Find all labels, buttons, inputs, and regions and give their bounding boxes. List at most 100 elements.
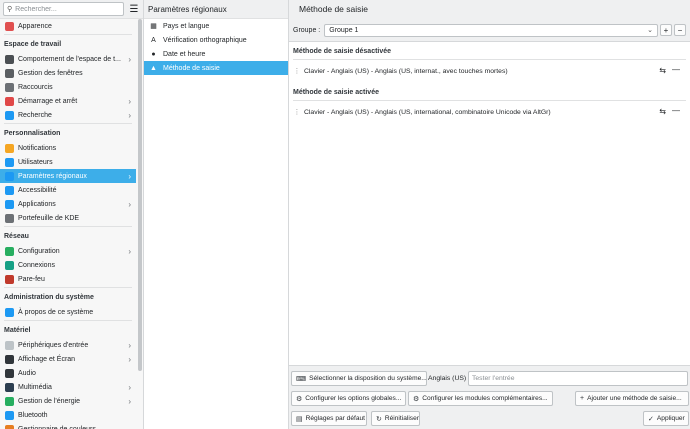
- module-icon: [5, 354, 14, 364]
- test-input-field[interactable]: [468, 371, 688, 386]
- disabled-method-label: Clavier - Anglais (US) - Anglais (US, in…: [304, 67, 508, 75]
- group-select[interactable]: Groupe 1 ⌄: [324, 23, 658, 37]
- sidebar-item[interactable]: Pare-feu: [0, 272, 136, 286]
- remove-icon[interactable]: —: [672, 65, 680, 74]
- content-area: Méthode de saisie Groupe : Groupe 1 ⌄ + …: [289, 0, 690, 429]
- module-icon: [5, 382, 14, 392]
- add-group-button[interactable]: +: [660, 24, 672, 36]
- group-row: Groupe : Groupe 1 ⌄ + −: [293, 23, 686, 37]
- global-options-label: Configurer les options globales...: [305, 395, 402, 402]
- sidebar-item-label: Applications: [18, 200, 56, 208]
- sidebar-item-label: Raccourcis: [18, 83, 53, 91]
- search-field[interactable]: ⚲: [3, 2, 124, 16]
- sidebar-item-label: Audio: [18, 369, 36, 377]
- module-list-item[interactable]: ▲ Méthode de saisie: [144, 61, 288, 75]
- module-list-item[interactable]: ▦ Pays et langue: [144, 19, 288, 33]
- remove-group-button[interactable]: −: [674, 24, 686, 36]
- sidebar-item[interactable]: Recherche ›: [0, 108, 136, 122]
- module-list-item-label: Date et heure: [163, 50, 206, 58]
- reset-button[interactable]: ↻ Réinitialiser: [371, 411, 420, 426]
- sidebar-item[interactable]: Affichage et Écran ›: [0, 352, 136, 366]
- drag-handle-icon[interactable]: ⋮: [293, 67, 301, 75]
- sidebar-item[interactable]: Comportement de l'espace de t... ›: [0, 52, 136, 66]
- apply-button[interactable]: ✓ Appliquer: [643, 411, 689, 426]
- module-list-item[interactable]: A Vérification orthographique: [144, 33, 288, 47]
- sidebar-item[interactable]: Portefeuille de KDE: [0, 211, 136, 225]
- module-icon: [5, 246, 14, 256]
- configure-icon[interactable]: ⇆: [659, 66, 666, 75]
- sidebar-scrollbar[interactable]: [138, 19, 142, 371]
- sidebar-item[interactable]: À propos de ce système: [0, 305, 136, 319]
- select-system-layout-button[interactable]: ⌨ Sélectionner la disposition du système…: [291, 371, 427, 386]
- plus-icon: +: [663, 25, 669, 35]
- module-icon: [5, 96, 14, 106]
- addons-label: Configurer les modules complémentaires..…: [422, 395, 548, 402]
- checkmark-icon: ✓: [648, 415, 654, 423]
- sidebar-item[interactable]: Bluetooth: [0, 408, 136, 422]
- sidebar-item-label: Notifications: [18, 144, 57, 152]
- module-icon: [5, 368, 14, 378]
- input-methods-panel: Méthode de saisie désactivée ⋮ Clavier -…: [289, 41, 690, 366]
- defaults-label: Réglages par défaut: [305, 415, 366, 422]
- clock-icon: ●: [151, 50, 156, 58]
- sidebar-item[interactable]: Apparence: [0, 19, 136, 33]
- configure-icon[interactable]: ⇆: [659, 107, 666, 116]
- sidebar-category-title: Personnalisation: [4, 130, 61, 137]
- menu-icon[interactable]: ☰: [128, 4, 140, 15]
- sidebar-item[interactable]: Périphériques d'entrée ›: [0, 338, 136, 352]
- sidebar-item[interactable]: Gestion de l'énergie ›: [0, 394, 136, 408]
- sidebar-item[interactable]: Accessibilité: [0, 183, 136, 197]
- keyboard-penguin-icon: ▲: [150, 64, 157, 72]
- sidebar-item-label: Périphériques d'entrée: [18, 341, 89, 349]
- addons-button[interactable]: ⚙ Configurer les modules complémentaires…: [408, 391, 553, 406]
- reset-icon: ↻: [376, 415, 382, 423]
- keyboard-icon: ⌨: [296, 375, 307, 383]
- global-options-button[interactable]: ⚙ Configurer les options globales...: [291, 391, 406, 406]
- add-input-method-label: Ajouter une méthode de saisie...: [587, 395, 682, 402]
- module-icon: [5, 157, 14, 167]
- page-title: Méthode de saisie: [299, 4, 368, 14]
- sidebar-item[interactable]: Gestionnaire de couleurs: [0, 422, 136, 429]
- chevron-right-icon: ›: [128, 199, 131, 209]
- enabled-method-row[interactable]: ⋮ Clavier - Anglais (US) - Anglais (US, …: [293, 105, 686, 119]
- drag-handle-icon[interactable]: ⋮: [293, 108, 301, 116]
- sidebar-item[interactable]: Applications ›: [0, 197, 136, 211]
- chevron-right-icon: ›: [128, 340, 131, 350]
- divider: [4, 34, 132, 35]
- divider: [4, 287, 132, 288]
- sidebar-item[interactable]: Démarrage et arrêt ›: [0, 94, 136, 108]
- sidebar-item[interactable]: Configuration ›: [0, 244, 136, 258]
- sidebar-item-label: Gestionnaire de couleurs: [18, 425, 96, 429]
- module-icon: [5, 68, 14, 78]
- sidebar-item[interactable]: Utilisateurs: [0, 155, 136, 169]
- module-icon: [5, 143, 14, 153]
- sidebar-item[interactable]: Raccourcis: [0, 80, 136, 94]
- sidebar-item[interactable]: Connexions: [0, 258, 136, 272]
- sidebar-item[interactable]: Multimédia ›: [0, 380, 136, 394]
- remove-icon[interactable]: —: [672, 106, 680, 115]
- module-icon: [5, 82, 14, 92]
- enabled-method-label: Clavier - Anglais (US) - Anglais (US, in…: [304, 108, 551, 116]
- sidebar-item[interactable]: Paramètres régionaux ›: [0, 169, 136, 183]
- spellcheck-icon: A: [151, 36, 156, 44]
- sidebar-item[interactable]: Audio: [0, 366, 136, 380]
- enabled-section-title: Méthode de saisie activée: [293, 89, 379, 96]
- add-input-method-button[interactable]: + Ajouter une méthode de saisie...: [575, 391, 689, 406]
- defaults-button[interactable]: ▤ Réglages par défaut: [291, 411, 367, 426]
- disabled-method-row[interactable]: ⋮ Clavier - Anglais (US) - Anglais (US, …: [293, 64, 686, 78]
- sidebar-item[interactable]: Gestion des fenêtres: [0, 66, 136, 80]
- sidebar-category-title: Réseau: [4, 233, 29, 240]
- divider: [4, 123, 132, 124]
- module-icon: [5, 185, 14, 195]
- module-icon: [5, 199, 14, 209]
- module-list-item[interactable]: ● Date et heure: [144, 47, 288, 61]
- group-select-value: Groupe 1: [329, 26, 359, 34]
- configure-icon: ⚙: [296, 395, 303, 403]
- chevron-right-icon: ›: [128, 110, 131, 120]
- chevron-right-icon: ›: [128, 246, 131, 256]
- module-icon: [5, 171, 14, 181]
- test-layout-label: Anglais (US): [428, 375, 467, 382]
- sidebar-item[interactable]: Notifications: [0, 141, 136, 155]
- disabled-section-title: Méthode de saisie désactivée: [293, 48, 392, 55]
- search-input[interactable]: [12, 5, 123, 13]
